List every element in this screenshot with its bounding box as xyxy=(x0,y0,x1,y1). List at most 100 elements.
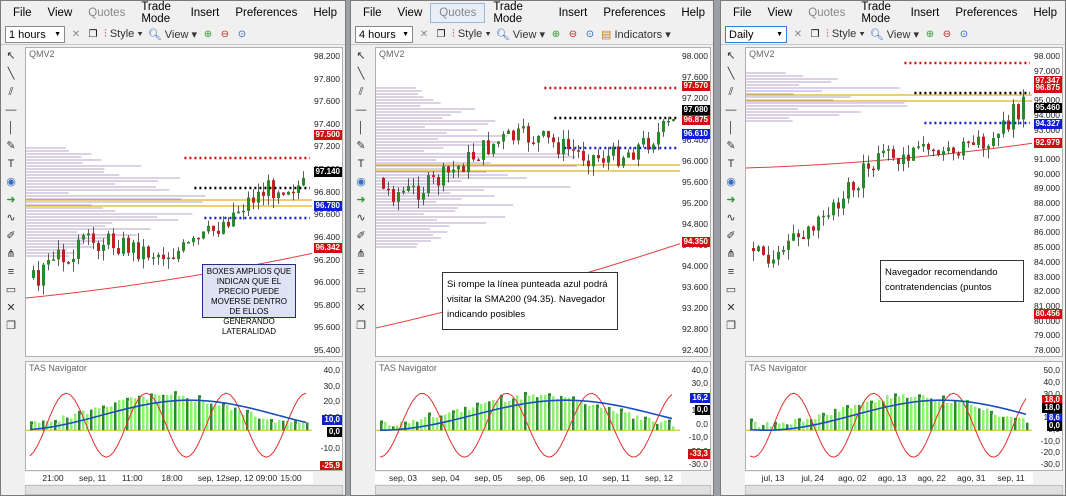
channel-icon[interactable]: ⫽ xyxy=(1,83,21,101)
arrow-icon[interactable]: ➜ xyxy=(1,191,21,209)
menu-view[interactable]: View xyxy=(40,4,81,22)
close-icon[interactable]: ✕ xyxy=(418,29,430,41)
wave-icon[interactable]: ∿ xyxy=(1,209,21,227)
copy-icon[interactable]: ❐ xyxy=(435,29,447,41)
navigator-panel[interactable]: TAS Navigator 40,030,020,010,00,0-10,0-2… xyxy=(375,361,711,471)
callout-icon[interactable]: ◉ xyxy=(351,173,371,191)
vline-icon[interactable]: │ xyxy=(351,119,371,137)
wave-icon[interactable]: ∿ xyxy=(351,209,371,227)
zoom-out-icon[interactable]: ⊖ xyxy=(567,29,579,41)
zoom-out-icon[interactable]: ⊖ xyxy=(219,29,231,41)
callout-icon[interactable]: ◉ xyxy=(1,173,21,191)
menu-trade-mode[interactable]: Trade Mode xyxy=(853,1,902,28)
close-icon[interactable]: ✕ xyxy=(70,29,82,41)
pencil-icon[interactable]: ✐ xyxy=(1,227,21,245)
pitchfork-icon[interactable]: ⋔ xyxy=(351,245,371,263)
line-icon[interactable]: ╲ xyxy=(351,65,371,83)
pitchfork-icon[interactable]: ⋔ xyxy=(1,245,21,263)
price-chart[interactable]: QMV2 98.00097.60097.20096.80096.40096.00… xyxy=(375,47,711,357)
menu-insert[interactable]: Insert xyxy=(903,4,948,22)
indicators-button[interactable]: ▤ Indicators ▾ xyxy=(601,28,671,41)
copy-icon[interactable]: ❐ xyxy=(87,29,99,41)
zoom-menu-icon[interactable]: ⊙ xyxy=(958,29,970,41)
timeframe-select[interactable]: Daily ▼ xyxy=(725,26,787,43)
annotation-box[interactable]: Si rompe la línea punteada azul podrá vi… xyxy=(442,272,618,330)
menu-view[interactable]: View xyxy=(390,4,431,22)
navigator-panel[interactable]: TAS Navigator 40,030,020,010,00,0-10,0-2… xyxy=(25,361,343,471)
line-icon[interactable]: ╲ xyxy=(1,65,21,83)
vline-icon[interactable]: │ xyxy=(721,119,741,137)
cursor-icon[interactable]: ↖ xyxy=(1,47,21,65)
close-icon[interactable]: ✕ xyxy=(792,29,804,41)
menu-preferences[interactable]: Preferences xyxy=(227,4,305,22)
vline-icon[interactable]: │ xyxy=(1,119,21,137)
arrow-icon[interactable]: ➜ xyxy=(721,191,741,209)
menu-insert[interactable]: Insert xyxy=(551,4,596,22)
pencil-icon[interactable]: ✐ xyxy=(351,227,371,245)
wave-icon[interactable]: ∿ xyxy=(721,209,741,227)
menu-preferences[interactable]: Preferences xyxy=(595,4,673,22)
layers-icon[interactable]: ❐ xyxy=(1,317,21,335)
navigator-panel[interactable]: TAS Navigator 50,040,030,020,010,00,0-10… xyxy=(745,361,1063,471)
style-button[interactable]: ⫶ Style ▾ xyxy=(104,28,143,41)
menu-quotes[interactable]: Quotes xyxy=(430,3,486,23)
rect-icon[interactable]: ▭ xyxy=(721,281,741,299)
cursor-icon[interactable]: ↖ xyxy=(351,47,371,65)
annotation-box[interactable]: Navegador recomendando contratendencias … xyxy=(880,260,1024,302)
menu-quotes[interactable]: Quotes xyxy=(800,4,853,22)
menu-file[interactable]: File xyxy=(725,4,760,22)
fib-icon[interactable]: ≡ xyxy=(351,263,371,281)
line-icon[interactable]: ╲ xyxy=(721,65,741,83)
fib-icon[interactable]: ≡ xyxy=(721,263,741,281)
hline-icon[interactable]: — xyxy=(1,101,21,119)
text-icon[interactable]: T xyxy=(721,155,741,173)
menu-help[interactable]: Help xyxy=(305,4,345,22)
rect-icon[interactable]: ▭ xyxy=(1,281,21,299)
layers-icon[interactable]: ❐ xyxy=(351,317,371,335)
hline-icon[interactable]: — xyxy=(721,101,741,119)
delete-icon[interactable]: ✕ xyxy=(1,299,21,317)
horizontal-scrollbar[interactable] xyxy=(745,485,1063,495)
timeframe-select[interactable]: 1 hours ▼ xyxy=(5,26,65,43)
channel-icon[interactable]: ⫽ xyxy=(351,83,371,101)
zoom-in-icon[interactable]: ⊕ xyxy=(202,29,214,41)
timeframe-select[interactable]: 4 hours ▼ xyxy=(355,26,413,43)
hline-icon[interactable]: — xyxy=(351,101,371,119)
copy-icon[interactable]: ❐ xyxy=(809,29,821,41)
note-icon[interactable]: ✎ xyxy=(721,137,741,155)
zoom-in-icon[interactable]: ⊕ xyxy=(924,29,936,41)
text-icon[interactable]: T xyxy=(1,155,21,173)
zoom-menu-icon[interactable]: ⊙ xyxy=(236,29,248,41)
fib-icon[interactable]: ≡ xyxy=(1,263,21,281)
channel-icon[interactable]: ⫽ xyxy=(721,83,741,101)
delete-icon[interactable]: ✕ xyxy=(721,299,741,317)
callout-icon[interactable]: ◉ xyxy=(721,173,741,191)
menu-preferences[interactable]: Preferences xyxy=(947,4,1025,22)
rect-icon[interactable]: ▭ xyxy=(351,281,371,299)
zoom-out-icon[interactable]: ⊖ xyxy=(941,29,953,41)
horizontal-scrollbar[interactable] xyxy=(375,485,711,495)
note-icon[interactable]: ✎ xyxy=(351,137,371,155)
note-icon[interactable]: ✎ xyxy=(1,137,21,155)
menu-insert[interactable]: Insert xyxy=(183,4,228,22)
menu-trade-mode[interactable]: Trade Mode xyxy=(485,1,550,28)
menu-help[interactable]: Help xyxy=(1025,4,1065,22)
arrow-icon[interactable]: ➜ xyxy=(351,191,371,209)
menu-file[interactable]: File xyxy=(5,4,40,22)
style-button[interactable]: ⫶ Style ▾ xyxy=(826,28,865,41)
pencil-icon[interactable]: ✐ xyxy=(721,227,741,245)
menu-trade-mode[interactable]: Trade Mode xyxy=(133,1,182,28)
price-chart[interactable]: QMV2 98.20097.80097.60097.40097.20097.00… xyxy=(25,47,343,357)
cursor-icon[interactable]: ↖ xyxy=(721,47,741,65)
menu-quotes[interactable]: Quotes xyxy=(80,4,133,22)
menu-help[interactable]: Help xyxy=(673,4,713,22)
delete-icon[interactable]: ✕ xyxy=(351,299,371,317)
pitchfork-icon[interactable]: ⋔ xyxy=(721,245,741,263)
zoom-in-icon[interactable]: ⊕ xyxy=(550,29,562,41)
horizontal-scrollbar[interactable] xyxy=(25,485,343,495)
menu-view[interactable]: View xyxy=(760,4,801,22)
layers-icon[interactable]: ❐ xyxy=(721,317,741,335)
annotation-box[interactable]: BOXES AMPLIOS QUE INDICAN QUE EL PRECIO … xyxy=(202,264,296,336)
zoom-menu-icon[interactable]: ⊙ xyxy=(584,29,596,41)
menu-file[interactable]: File xyxy=(355,4,390,22)
